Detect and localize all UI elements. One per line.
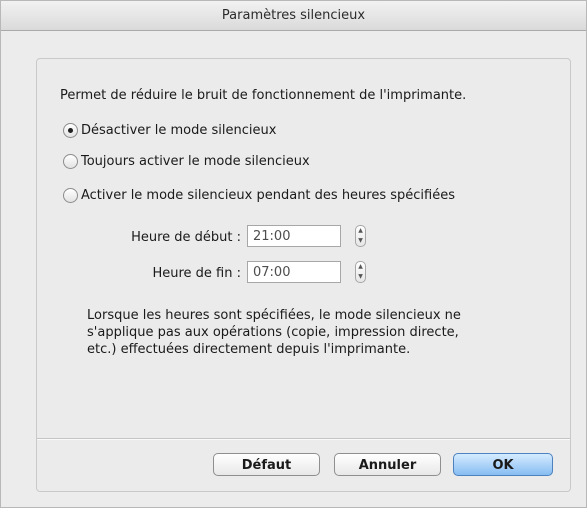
end-time-label: Heure de fin : (152, 266, 241, 281)
start-time-input[interactable] (247, 225, 341, 247)
window-title: Paramètres silencieux (1, 1, 586, 31)
chevron-down-icon[interactable]: ▼ (356, 236, 365, 246)
default-button[interactable]: Défaut (213, 453, 320, 476)
end-time-stepper[interactable]: ▲ ▼ (355, 261, 366, 283)
start-time-label: Heure de début : (131, 230, 241, 245)
radio-label-always: Toujours activer le mode silencieux (81, 153, 310, 169)
radio-button-selected-icon[interactable] (63, 122, 78, 138)
chevron-up-icon[interactable]: ▲ (356, 262, 365, 272)
description-text: Permet de réduire le bruit de fonctionne… (60, 88, 467, 103)
cancel-button[interactable]: Annuler (334, 453, 441, 476)
schedule-note-text: Lorsque les heures sont spécifiées, le m… (87, 308, 461, 357)
settings-panel: Permet de réduire le bruit de fonctionne… (36, 58, 571, 492)
radio-button-icon[interactable] (63, 153, 78, 169)
button-divider (37, 438, 570, 440)
chevron-down-icon[interactable]: ▼ (356, 272, 365, 282)
radio-label-disable: Désactiver le mode silencieux (81, 122, 277, 138)
radio-disable-quiet-mode[interactable]: Désactiver le mode silencieux (63, 120, 276, 140)
radio-scheduled-quiet-mode[interactable]: Activer le mode silencieux pendant des h… (63, 185, 455, 205)
start-time-stepper[interactable]: ▲ ▼ (355, 225, 366, 247)
radio-button-icon[interactable] (63, 187, 78, 203)
chevron-up-icon[interactable]: ▲ (356, 226, 365, 236)
radio-always-quiet-mode[interactable]: Toujours activer le mode silencieux (63, 151, 310, 171)
radio-label-scheduled: Activer le mode silencieux pendant des h… (81, 187, 455, 203)
dialog-window: Paramètres silencieux Permet de réduire … (0, 0, 587, 508)
ok-button[interactable]: OK (453, 453, 553, 476)
end-time-input[interactable] (247, 261, 341, 283)
